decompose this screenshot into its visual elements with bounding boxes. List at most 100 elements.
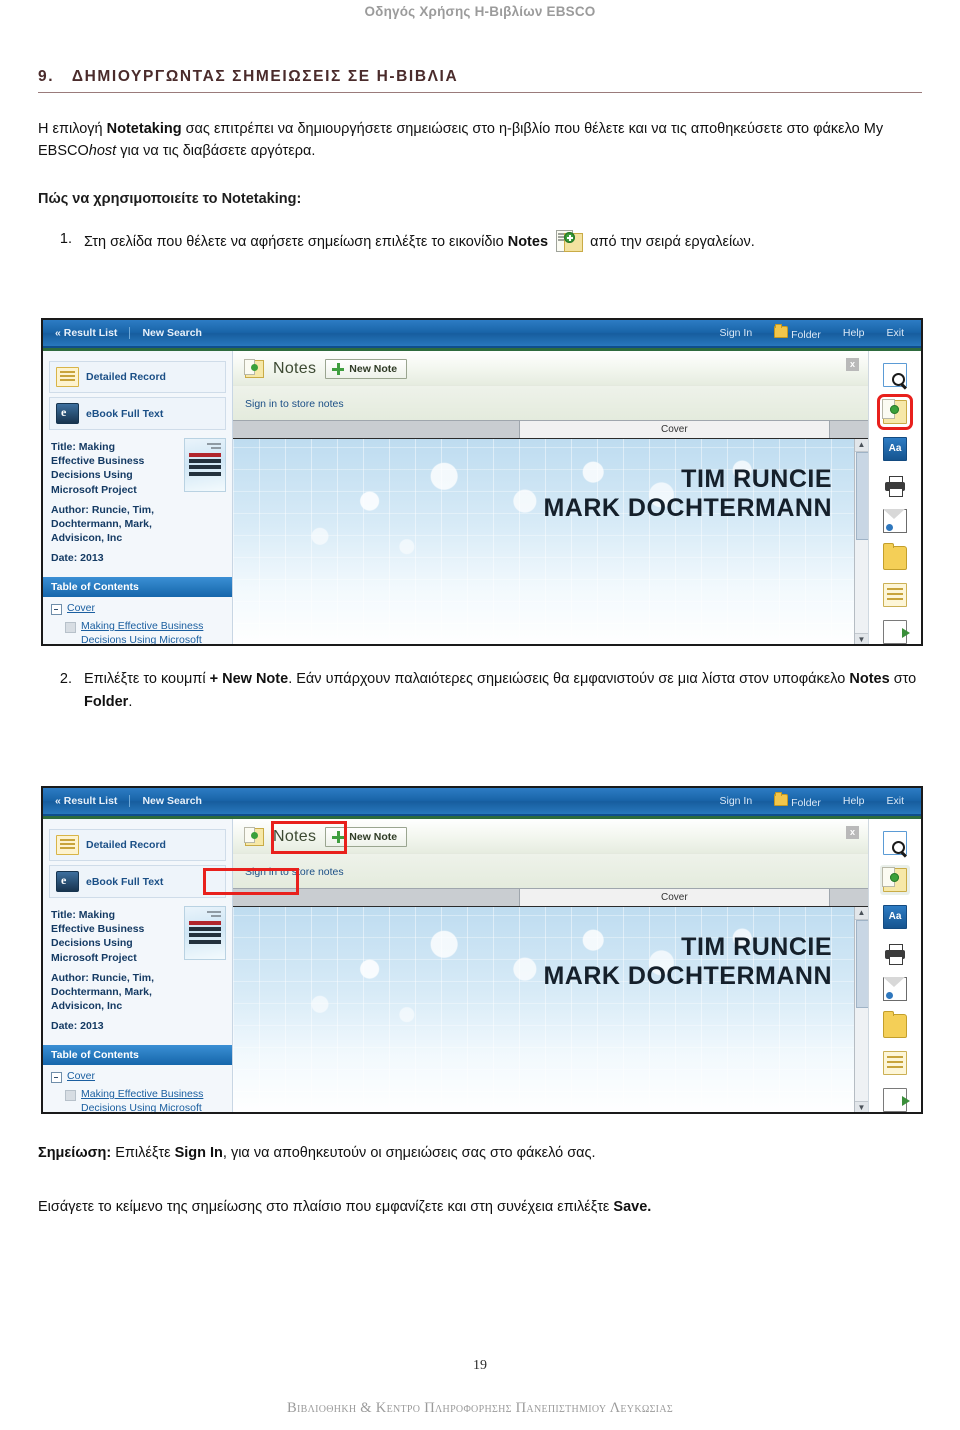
step-2-text-mid: . Εάν υπάρχουν παλαιότερες σημειώσεις θα… [288, 671, 850, 687]
detailed-record-button[interactable]: Detailed Record [49, 829, 226, 861]
cite-icon[interactable] [883, 583, 907, 607]
folder-icon[interactable] [883, 543, 907, 570]
howto-heading: Πώς να χρησιμοποιείτε το Notetaking: [38, 191, 302, 207]
step-1-number: 1. [59, 231, 72, 247]
new-note-label: New Note [349, 363, 398, 375]
sign-in-link[interactable]: Sign In [710, 327, 761, 339]
closing-save-bold: Save. [613, 1199, 652, 1215]
ebook-full-text-label: eBook Full Text [86, 407, 164, 420]
help-link[interactable]: Help [834, 795, 874, 807]
scroll-up-arrow[interactable]: ▲ [855, 907, 868, 920]
toc-item-chapter[interactable]: Making Effective Business Decisions Usin… [51, 620, 224, 644]
thumb-line-top2 [211, 915, 221, 917]
cover-author-1: TIM RUNCIE [681, 933, 832, 961]
notes-icon [244, 827, 264, 846]
detailed-record-button[interactable]: Detailed Record [49, 361, 226, 393]
toc-item-cover[interactable]: Cover [51, 1070, 224, 1084]
ebsco-top-nav: « Result List New Search Sign In Folder … [43, 788, 921, 816]
intro-paragraph: Η επιλογή Notetaking σας επιτρέπει να δη… [38, 118, 922, 163]
export-icon[interactable] [883, 620, 910, 644]
ebsco-top-nav: « Result List New Search Sign In Folder … [43, 320, 921, 348]
record-author: Author: Runcie, Tim, Dochtermann, Mark, … [51, 503, 155, 545]
sign-in-to-store-notes-link[interactable]: Sign in to store notes [233, 854, 868, 888]
reader-scrollbar[interactable]: ▲ ▼ [854, 439, 868, 644]
ebook-full-text-button[interactable]: eBook Full Text [49, 865, 226, 898]
toc-header: Table of Contents [43, 1045, 232, 1066]
exit-link[interactable]: Exit [877, 327, 913, 339]
record-date: Date: 2013 [51, 552, 104, 565]
tab-spacer-left [233, 889, 520, 906]
help-link[interactable]: Help [834, 327, 874, 339]
search-icon[interactable] [883, 831, 907, 855]
record-sidebar: Detailed Record eBook Full Text T [43, 351, 233, 644]
cite-icon[interactable] [883, 1051, 907, 1075]
tab-spacer-right [828, 421, 868, 438]
detailed-record-label: Detailed Record [86, 371, 166, 383]
folder-link[interactable]: Folder [765, 323, 830, 341]
reader-scrollbar[interactable]: ▲ ▼ [854, 907, 868, 1112]
scroll-down-arrow[interactable]: ▼ [855, 633, 868, 644]
scrollbar-thumb[interactable] [856, 920, 868, 1008]
search-icon[interactable] [883, 363, 907, 387]
book-cover-image: TIM RUNCIE MARK DOCHTERMANN [233, 439, 854, 644]
closing-save-before: Εισάγετε το κείμενο της σημείωσης στο πλ… [38, 1199, 614, 1215]
record-sidebar: Detailed Record eBook Full Text T [43, 819, 233, 1114]
folder-icon [774, 323, 789, 338]
book-cover-thumbnail [184, 438, 226, 492]
cover-author-1: TIM RUNCIE [681, 465, 832, 493]
ebook-reader-viewport: TIM RUNCIE MARK DOCHTERMANN ▲ ▼ [233, 906, 868, 1112]
intro-bold-notetaking: Notetaking [106, 121, 182, 137]
email-icon[interactable] [883, 509, 907, 533]
scroll-up-arrow[interactable]: ▲ [855, 439, 868, 452]
folder-icon[interactable] [883, 1011, 907, 1038]
tab-cover[interactable]: Cover [519, 421, 829, 438]
sign-in-to-store-notes-link[interactable]: Sign in to store notes [233, 386, 868, 420]
ebook-full-text-button[interactable]: eBook Full Text [49, 397, 226, 430]
scrollbar-thumb[interactable] [856, 452, 868, 540]
new-search-link[interactable]: New Search [130, 327, 214, 339]
folder-link[interactable]: Folder [765, 791, 830, 809]
toc-header: Table of Contents [43, 577, 232, 598]
reader-tab-row: Cover [233, 888, 868, 906]
ebook-icon [56, 871, 79, 892]
tools-rail: Aa [868, 351, 921, 644]
scroll-down-arrow[interactable]: ▼ [855, 1101, 868, 1112]
intro-part3: για να τις διαβάσετε αργότερα. [116, 143, 316, 160]
reader-tab-row: Cover [233, 420, 868, 438]
new-note-button[interactable]: New Note [325, 827, 408, 847]
close-icon[interactable]: x [846, 826, 859, 839]
ebook-icon [56, 403, 79, 424]
new-search-link[interactable]: New Search [130, 795, 214, 807]
closing-note-before: Επιλέξτε [111, 1145, 175, 1161]
result-list-link[interactable]: « Result List [43, 795, 131, 807]
intro-part1: Η επιλογή [38, 121, 107, 137]
folder-icon [774, 791, 789, 806]
thumb-band-3 [189, 933, 221, 937]
collapse-icon[interactable] [51, 604, 62, 616]
export-icon[interactable] [883, 1088, 910, 1112]
notes-icon[interactable] [882, 867, 907, 892]
print-icon[interactable] [884, 942, 906, 965]
thumb-band-4 [189, 472, 221, 476]
print-icon[interactable] [884, 474, 906, 497]
close-icon[interactable]: x [846, 358, 859, 371]
running-header: Οδηγός Χρήσης Η-Βιβλίων EBSCO [364, 4, 596, 19]
font-size-icon[interactable]: Aa [883, 905, 907, 929]
section-divider [38, 92, 922, 93]
step-2-bold-folder: Folder [84, 694, 129, 711]
step-1: 1. Στη σελίδα που θέλετε να αφήσετε σημε… [38, 228, 928, 254]
tab-cover[interactable]: Cover [519, 889, 829, 906]
result-list-link[interactable]: « Result List [43, 327, 131, 339]
font-size-icon[interactable]: Aa [883, 437, 907, 461]
exit-link[interactable]: Exit [877, 795, 913, 807]
notes-icon[interactable] [877, 394, 913, 430]
email-icon[interactable] [883, 977, 907, 1001]
sign-in-link[interactable]: Sign In [710, 795, 761, 807]
toc-chapter-label: Making Effective Business Decisions Usin… [81, 1088, 204, 1114]
collapse-icon[interactable] [51, 1072, 62, 1084]
new-note-label: New Note [349, 831, 398, 843]
step-2-bold-newnote: + New Note [209, 671, 289, 687]
toc-item-cover[interactable]: Cover [51, 602, 224, 616]
toc-item-chapter[interactable]: Making Effective Business Decisions Usin… [51, 1088, 224, 1114]
new-note-button[interactable]: New Note [325, 359, 408, 379]
